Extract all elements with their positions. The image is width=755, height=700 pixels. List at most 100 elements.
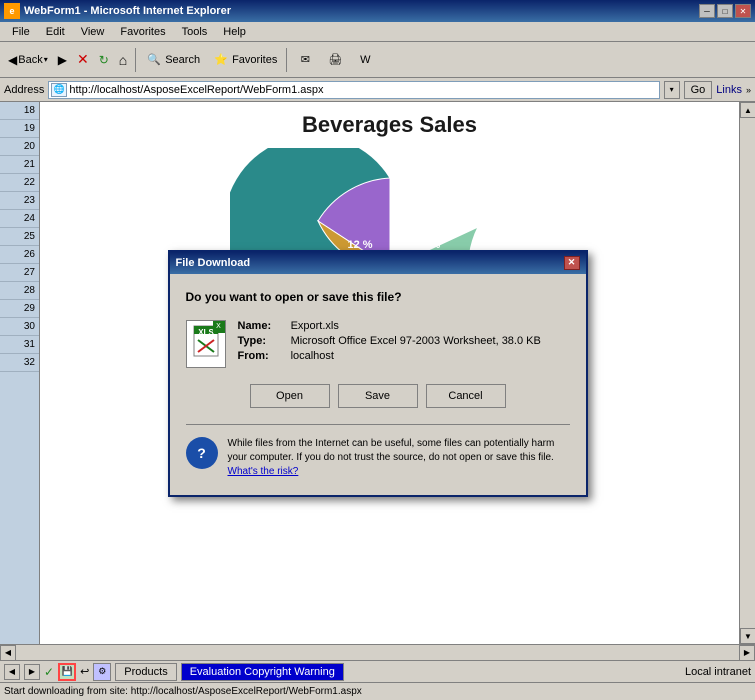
window-title: WebForm1 - Microsoft Internet Explorer bbox=[24, 5, 231, 17]
status-save-icon[interactable]: 💾 bbox=[58, 663, 76, 681]
file-name-label: Name: bbox=[238, 320, 288, 332]
file-name-row: Name: Export.xls bbox=[238, 320, 541, 332]
back-dropdown-icon: ▾ bbox=[44, 55, 48, 64]
tab-evaluation[interactable]: Evaluation Copyright Warning bbox=[181, 663, 344, 681]
file-name-value: Export.xls bbox=[291, 320, 339, 332]
back-label: Back bbox=[18, 54, 42, 66]
status-extra-icon[interactable]: ⚙ bbox=[93, 663, 111, 681]
page-icon: 🌐 bbox=[51, 83, 67, 97]
cancel-button[interactable]: Cancel bbox=[426, 384, 506, 408]
warning-message: While files from the Internet can be use… bbox=[228, 438, 555, 463]
msn-button[interactable]: W bbox=[351, 46, 379, 74]
msn-icon: W bbox=[356, 51, 374, 69]
dialog-body: Do you want to open or save this file? X… bbox=[170, 274, 586, 495]
dialog-overlay: File Download ✕ Do you want to open or s… bbox=[0, 102, 755, 644]
file-from-value: localhost bbox=[291, 350, 334, 362]
status-forward-button[interactable]: ▶ bbox=[24, 664, 40, 680]
address-input[interactable] bbox=[69, 84, 656, 96]
dialog-question: Do you want to open or save this file? bbox=[186, 290, 570, 304]
menu-file[interactable]: File bbox=[4, 24, 38, 40]
open-button[interactable]: Open bbox=[250, 384, 330, 408]
refresh-button[interactable]: ↻ bbox=[95, 46, 113, 74]
file-download-dialog: File Download ✕ Do you want to open or s… bbox=[168, 250, 588, 497]
favorites-icon: ⭐ bbox=[212, 51, 230, 69]
menu-help[interactable]: Help bbox=[215, 24, 254, 40]
tab-products-label: Products bbox=[124, 666, 167, 678]
file-type-row: Type: Microsoft Office Excel 97-2003 Wor… bbox=[238, 335, 541, 347]
dialog-file-info: X XLS bbox=[186, 320, 570, 368]
search-icon: 🔍 bbox=[145, 51, 163, 69]
menu-tools[interactable]: Tools bbox=[174, 24, 216, 40]
title-bar: e WebForm1 - Microsoft Internet Explorer… bbox=[0, 0, 755, 22]
warning-text: While files from the Internet can be use… bbox=[228, 437, 570, 479]
scroll-left-button[interactable]: ◀ bbox=[0, 645, 16, 661]
tab-evaluation-label: Evaluation Copyright Warning bbox=[190, 666, 335, 678]
address-label: Address bbox=[4, 84, 44, 96]
search-button[interactable]: 🔍 Search bbox=[140, 46, 205, 74]
links-arrow-icon[interactable]: » bbox=[746, 85, 751, 95]
stop-icon: ✕ bbox=[77, 51, 89, 68]
status-back-button[interactable]: ◀ bbox=[4, 664, 20, 680]
title-bar-left: e WebForm1 - Microsoft Internet Explorer bbox=[4, 3, 231, 19]
forward-arrow-icon: ▶ bbox=[58, 53, 67, 67]
horizontal-scrollbar[interactable]: ◀ ▶ bbox=[0, 644, 755, 660]
download-status-bar: Start downloading from site: http://loca… bbox=[0, 682, 755, 700]
go-button[interactable]: Go bbox=[684, 81, 713, 99]
menu-favorites[interactable]: Favorites bbox=[112, 24, 173, 40]
favorites-button[interactable]: ⭐ Favorites bbox=[207, 46, 282, 74]
file-details: Name: Export.xls Type: Microsoft Office … bbox=[238, 320, 541, 365]
print-icon: 🖨 bbox=[326, 51, 344, 69]
dialog-warning: ? While files from the Internet can be u… bbox=[186, 437, 570, 479]
save-button[interactable]: Save bbox=[338, 384, 418, 408]
file-type-label: Type: bbox=[238, 335, 288, 347]
address-dropdown[interactable]: ▾ bbox=[664, 81, 680, 99]
menu-view[interactable]: View bbox=[73, 24, 113, 40]
toolbar: ◀ Back ▾ ▶ ✕ ↻ ⌂ 🔍 Search ⭐ Favorites ✉ … bbox=[0, 42, 755, 78]
excel-badge: X bbox=[213, 321, 225, 333]
home-button[interactable]: ⌂ bbox=[115, 46, 131, 74]
maximize-button[interactable]: □ bbox=[717, 4, 733, 18]
dialog-title: File Download bbox=[176, 257, 251, 269]
dialog-close-button[interactable]: ✕ bbox=[564, 256, 580, 270]
minimize-button[interactable]: ─ bbox=[699, 4, 715, 18]
close-button[interactable]: ✕ bbox=[735, 4, 751, 18]
status-zone: Local intranet bbox=[685, 666, 751, 678]
menu-edit[interactable]: Edit bbox=[38, 24, 73, 40]
search-label: Search bbox=[165, 54, 200, 66]
title-bar-buttons: ─ □ ✕ bbox=[699, 4, 751, 18]
links-button[interactable]: Links bbox=[716, 84, 742, 96]
file-from-row: From: localhost bbox=[238, 350, 541, 362]
home-icon: ⌂ bbox=[119, 52, 127, 68]
favorites-label: Favorites bbox=[232, 54, 277, 66]
file-from-label: From: bbox=[238, 350, 288, 362]
mail-icon: ✉ bbox=[296, 51, 314, 69]
dialog-title-bar: File Download ✕ bbox=[170, 252, 586, 274]
status-text: Start downloading from site: http://loca… bbox=[4, 686, 362, 697]
back-arrow-icon: ◀ bbox=[8, 53, 17, 67]
undo-icon[interactable]: ↩ bbox=[80, 665, 89, 678]
tab-products[interactable]: Products bbox=[115, 663, 176, 681]
print-button[interactable]: 🖨 bbox=[321, 46, 349, 74]
ie-icon: e bbox=[4, 3, 20, 19]
toolbar-separator-1 bbox=[135, 48, 136, 72]
forward-button[interactable]: ▶ bbox=[54, 46, 71, 74]
address-input-wrap: 🌐 bbox=[48, 81, 659, 99]
refresh-icon: ↻ bbox=[99, 53, 109, 67]
scroll-right-button[interactable]: ▶ bbox=[739, 645, 755, 661]
dialog-divider bbox=[186, 424, 570, 425]
toolbar-separator-2 bbox=[286, 48, 287, 72]
mail-button[interactable]: ✉ bbox=[291, 46, 319, 74]
status-left: ◀ ▶ ✓ 💾 ↩ ⚙ Products Evaluation Copyrigh… bbox=[4, 663, 681, 681]
checkmark-icon: ✓ bbox=[44, 665, 54, 679]
back-button[interactable]: ◀ Back ▾ bbox=[4, 46, 52, 74]
whats-the-risk-link[interactable]: What's the risk? bbox=[228, 466, 299, 477]
svg-text:XLS: XLS bbox=[198, 328, 214, 337]
menu-bar: File Edit View Favorites Tools Help bbox=[0, 22, 755, 42]
file-type-value: Microsoft Office Excel 97-2003 Worksheet… bbox=[291, 335, 541, 347]
status-bar: ◀ ▶ ✓ 💾 ↩ ⚙ Products Evaluation Copyrigh… bbox=[0, 660, 755, 682]
content-area: 18 19 20 21 22 23 24 25 26 27 28 29 30 3… bbox=[0, 102, 755, 644]
excel-file-icon: X XLS bbox=[186, 320, 226, 368]
warning-icon: ? bbox=[186, 437, 218, 469]
stop-button[interactable]: ✕ bbox=[73, 46, 93, 74]
dialog-buttons: Open Save Cancel bbox=[186, 384, 570, 408]
